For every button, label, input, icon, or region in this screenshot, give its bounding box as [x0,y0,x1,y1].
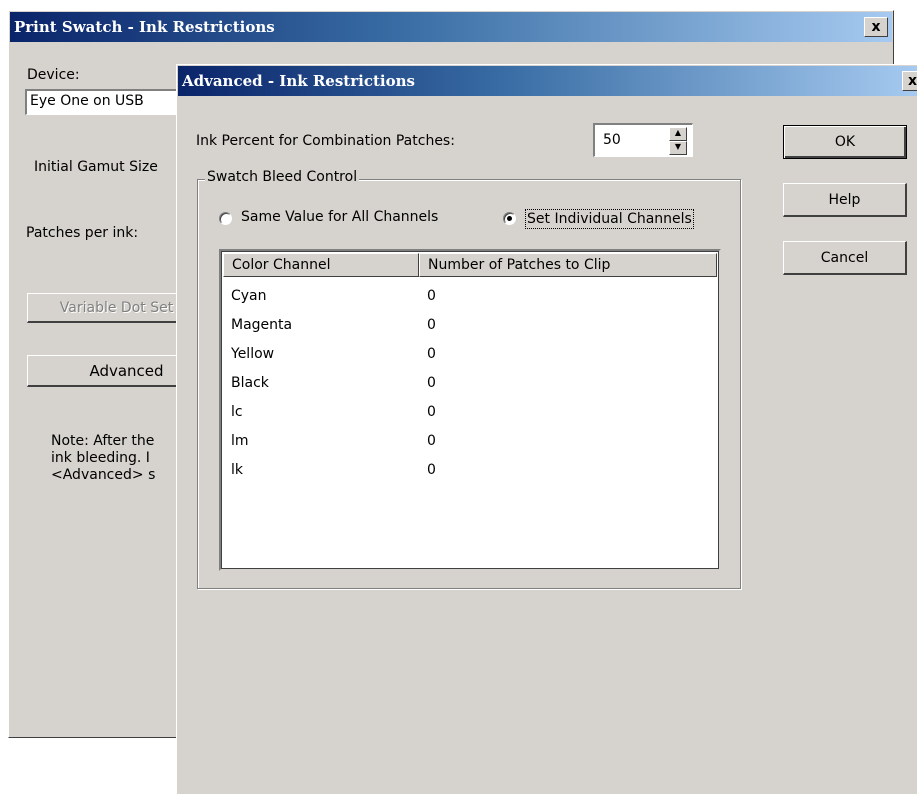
ink-percent-input[interactable]: 50 ▲ ▼ [593,123,693,157]
device-label: Device: [27,67,80,83]
channel-name: Black [231,375,269,391]
initial-gamut-label: Initial Gamut Size [34,159,158,175]
column-header-label: Number of Patches to Clip [428,257,611,273]
swatch-bleed-control-label: Swatch Bleed Control [205,169,360,185]
patches-value: 0 [427,462,436,478]
back-window-title: Print Swatch - Ink Restrictions [14,18,275,36]
close-icon: x [907,73,917,89]
help-button-label: Help [828,192,861,208]
patches-value: 0 [427,433,436,449]
variable-dot-set-label: Variable Dot Set [59,300,174,316]
advanced-dialog-title: Advanced - Ink Restrictions [182,72,415,90]
close-icon: x [871,19,881,35]
channel-table[interactable]: Color Channel Number of Patches to Clip … [219,249,721,571]
patches-value: 0 [427,404,436,420]
ink-percent-spin-up[interactable]: ▲ [669,127,687,141]
column-header-label: Color Channel [232,257,331,273]
ok-button[interactable]: OK [783,125,907,159]
cancel-button-label: Cancel [820,250,869,266]
note-line: ink bleeding. I [51,450,150,466]
patches-value: 0 [427,288,436,304]
channel-name: lm [231,433,249,449]
device-label-text: Device: [27,67,80,83]
advanced-dialog: Advanced - Ink Restrictions x Ink Percen… [176,64,917,794]
patches-value: 0 [427,375,436,391]
channel-name: Magenta [231,317,293,333]
patches-per-ink-label: Patches per ink: [26,225,139,241]
radio-same-value-label[interactable]: Same Value for All Channels [241,209,438,225]
ink-percent-value: 50 [603,132,621,148]
ink-percent-spin-down[interactable]: ▼ [669,141,687,155]
radio-selected-dot [507,216,512,221]
back-window-close-button[interactable]: x [864,17,888,37]
channel-name: Yellow [231,346,275,362]
radio-individual-channels-label[interactable]: Set Individual Channels [525,209,694,229]
channel-name: Cyan [231,288,267,304]
back-window-titlebar[interactable]: Print Swatch - Ink Restrictions [10,12,892,42]
cancel-button[interactable]: Cancel [783,241,907,275]
help-button[interactable]: Help [783,183,907,217]
note-line: Note: After the [51,433,155,449]
advanced-dialog-titlebar[interactable]: Advanced - Ink Restrictions [178,66,917,96]
patches-value: 0 [427,317,436,333]
channel-name: lc [231,404,243,420]
radio-individual-channels[interactable] [503,212,516,225]
device-select-value: Eye One on USB [30,93,144,109]
column-header-color-channel[interactable]: Color Channel [223,253,419,277]
ok-button-label: OK [834,134,856,150]
note-line: <Advanced> s [51,467,156,483]
radio-same-value[interactable] [219,212,232,225]
patches-value: 0 [427,346,436,362]
advanced-button-label: Advanced [89,362,164,380]
note-text: Note: After the ink bleeding. I <Advance… [51,433,155,484]
advanced-dialog-close-button[interactable]: x [902,71,917,91]
channel-name: lk [231,462,243,478]
device-select[interactable]: Eye One on USB [25,89,195,115]
ink-percent-label: Ink Percent for Combination Patches: [196,133,455,149]
column-header-patches-to-clip[interactable]: Number of Patches to Clip [419,253,717,277]
